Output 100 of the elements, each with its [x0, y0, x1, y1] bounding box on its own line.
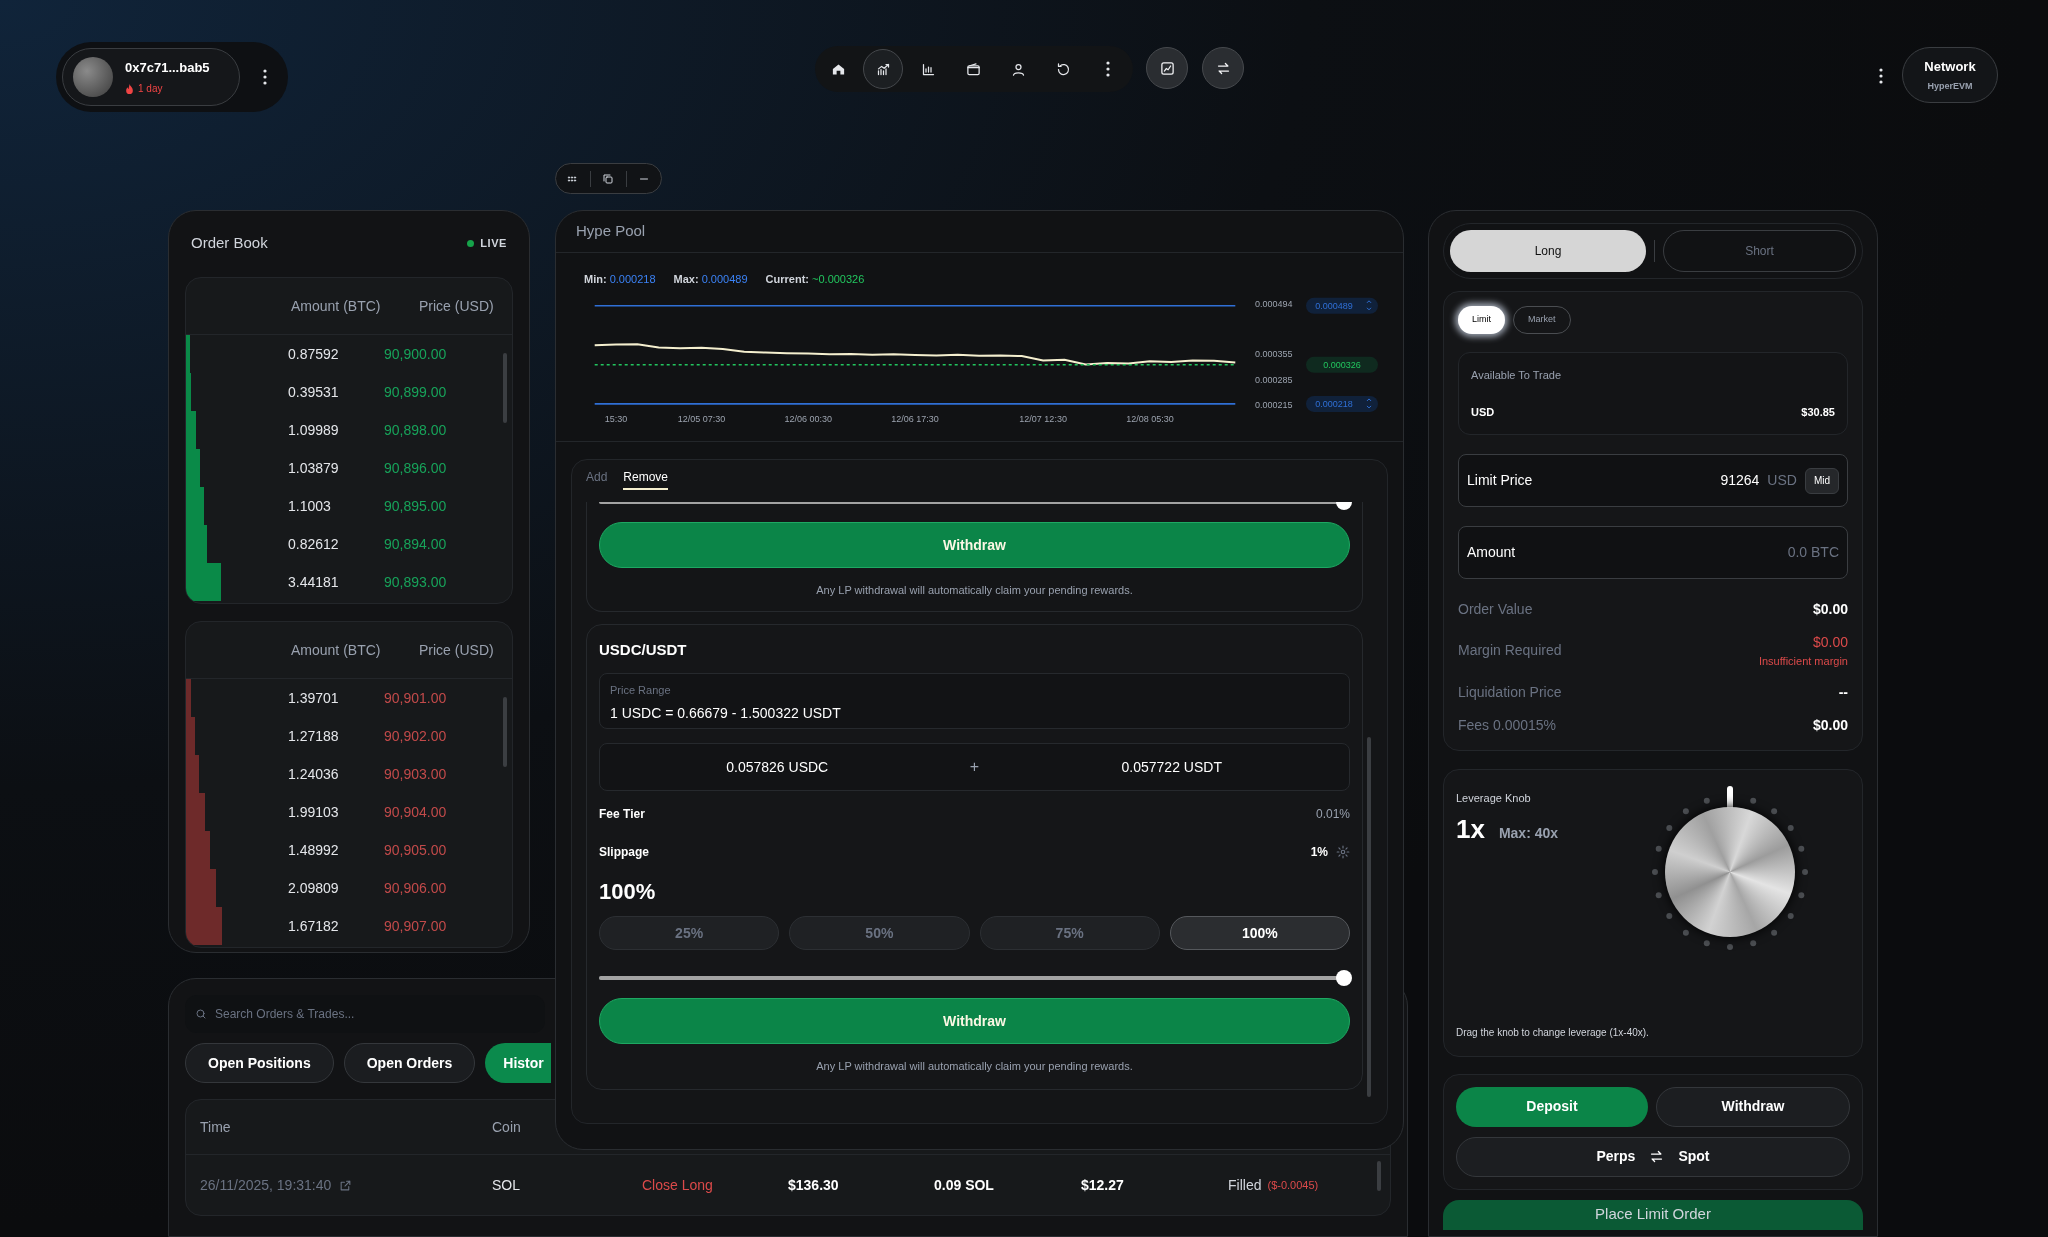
deposit-button[interactable]: Deposit	[1456, 1086, 1648, 1127]
scrollbar[interactable]	[503, 697, 507, 767]
table-cell-text: Filled	[1228, 1175, 1262, 1195]
table-cell-text: $12.27	[1081, 1175, 1125, 1195]
price-cell-text: 90,898.00	[384, 420, 447, 440]
amount-cell-text: 1.99103	[288, 802, 340, 822]
refresh-icon	[1055, 61, 1071, 77]
balance-value: $30.85	[1801, 404, 1835, 420]
scrollbar[interactable]	[503, 353, 507, 423]
withdraw-button[interactable]: Withdraw	[599, 522, 1350, 568]
axis-label: 0.000494	[1255, 298, 1293, 309]
pair-title: USDC/USDT	[599, 639, 688, 660]
flame-icon	[125, 83, 134, 94]
amount-cell-text: 1.48992	[288, 840, 340, 860]
price-cell-text: 90,904.00	[384, 802, 447, 822]
scrollbar[interactable]	[1367, 737, 1371, 1097]
table-cell-text: SOL	[492, 1175, 521, 1195]
settings-button[interactable]	[1336, 845, 1350, 859]
more-icon	[1879, 68, 1883, 84]
note-text: Any LP withdrawal will automatically claim your pending rewards.	[815, 1059, 1134, 1074]
tab[interactable]: Long	[1450, 230, 1646, 272]
field-label: Amount	[1467, 543, 1516, 562]
withdraw-button[interactable]: Withdraw	[1656, 1086, 1850, 1127]
amount-cell-text: 1.67182	[288, 916, 340, 936]
max-leverage-label: Max: 40x	[1498, 824, 1559, 843]
pnl-label: ($-0.0045)	[1267, 1177, 1319, 1193]
summary-label: Margin Required	[1458, 641, 1562, 661]
swap-icon	[1215, 60, 1231, 76]
wallet-address: 0x7c71...bab5	[125, 58, 210, 77]
slippage-label: Slippage	[599, 844, 649, 861]
axis-label: 12/06 00:30	[784, 413, 832, 424]
line-chart-icon	[875, 61, 891, 77]
streak-label: 1 day	[138, 82, 163, 97]
leverage-title: Leverage Knob	[1456, 790, 1532, 806]
more-icon	[263, 69, 267, 85]
tab[interactable]: Histor	[485, 1043, 552, 1083]
balance-title: Available To Trade	[1471, 368, 1563, 383]
summary-value: --	[1838, 682, 1848, 702]
transfer-button[interactable]: Perps Spot	[1456, 1136, 1850, 1177]
amount-field[interactable]: Amount 0.0 BTC	[1458, 526, 1848, 579]
amount-cell-text: 1.24036	[288, 764, 340, 784]
table-cell-text: $136.30	[788, 1175, 840, 1195]
bar-chart-icon	[920, 61, 936, 77]
price-cell-text: 90,899.00	[384, 382, 447, 402]
amount-cell-text: 1.09989	[288, 420, 340, 440]
fee-tier-value: 0.01%	[1315, 806, 1350, 823]
field-value: 91264	[1720, 471, 1760, 490]
amount-cell-text: 0.87592	[288, 344, 340, 364]
summary-label: Fees 0.00015%	[1458, 715, 1557, 735]
summary-label: Order Value	[1458, 600, 1533, 619]
slider-handle[interactable]	[1336, 970, 1352, 986]
mid-button[interactable]: Mid	[1804, 467, 1839, 494]
slippage-value: 1%	[1310, 844, 1328, 861]
amount-cell-text: 0.39531	[288, 382, 340, 402]
price-tag[interactable]: 0.000326	[1306, 356, 1378, 373]
tab[interactable]: Add	[586, 468, 608, 488]
slider[interactable]	[599, 970, 1350, 986]
avatar	[73, 57, 113, 97]
nav-button[interactable]	[863, 49, 903, 89]
withdraw-button[interactable]: Withdraw	[599, 998, 1350, 1044]
price-cell-text: 90,893.00	[384, 572, 447, 592]
amount-cell-text: 0.82612	[288, 534, 340, 554]
summary-value: $0.00	[1812, 633, 1848, 652]
price-range-value: 1 USDC = 0.66679 - 1.500322 USDT	[610, 703, 842, 723]
order-type-button[interactable]: Limit	[1458, 306, 1505, 334]
price-cell-text: 90,905.00	[384, 840, 447, 860]
limit-price-field[interactable]: Limit Price 91264 USD Mid	[1458, 454, 1848, 507]
price-cell-text: 90,902.00	[384, 726, 447, 746]
tab[interactable]: Open Positions	[185, 1043, 334, 1083]
price-cell-text: 90,901.00	[384, 688, 447, 708]
summary-label: Liquidation Price	[1458, 682, 1562, 702]
amount-input[interactable]: 0.0 BTC	[1523, 542, 1839, 563]
user-icon	[1010, 61, 1026, 77]
scrollbar[interactable]	[1377, 1161, 1381, 1191]
search-field[interactable]: Search Orders & Trades...	[185, 995, 545, 1033]
price-cell-text: 90,907.00	[384, 916, 447, 936]
table-cell-text: 0.09 SOL	[934, 1175, 995, 1195]
price-cell-text: 90,903.00	[384, 764, 447, 784]
axis-label: 12/06 17:30	[891, 413, 939, 424]
tab[interactable]: Open Orders	[343, 1043, 476, 1083]
search-icon	[195, 1008, 207, 1020]
field-label: Price Range	[610, 683, 672, 698]
account-button[interactable]: 0x7c71...bab5 1 day	[62, 48, 240, 106]
place-order-button[interactable]: Place Limit Order	[1443, 1199, 1863, 1230]
tab[interactable]: Remove	[623, 468, 669, 490]
hint-text: Drag the knob to change leverage (1x-40x).	[1456, 1025, 1650, 1040]
amount-cell-text: 1.03879	[288, 458, 340, 478]
axis-label: 12/05 07:30	[677, 413, 726, 424]
percent-button[interactable]: 100%	[1169, 916, 1350, 950]
axis-label: 0.000285	[1255, 374, 1293, 385]
window-title: Hype Pool	[576, 221, 646, 242]
price-cell-text: 90,896.00	[384, 458, 447, 478]
amount-cell-text: 1.39701	[288, 688, 340, 708]
live-indicator	[467, 239, 475, 247]
note-text: Any LP withdrawal will automatically claim your pending rewards.	[815, 583, 1134, 598]
amount-cell-text: 1.1003	[288, 496, 332, 516]
axis-label: 12/07 12:30	[1019, 413, 1067, 424]
range-label: Current: ~0.000326	[765, 272, 865, 287]
axis-label: 0.000355	[1255, 348, 1293, 359]
external-link-icon	[339, 1178, 353, 1192]
